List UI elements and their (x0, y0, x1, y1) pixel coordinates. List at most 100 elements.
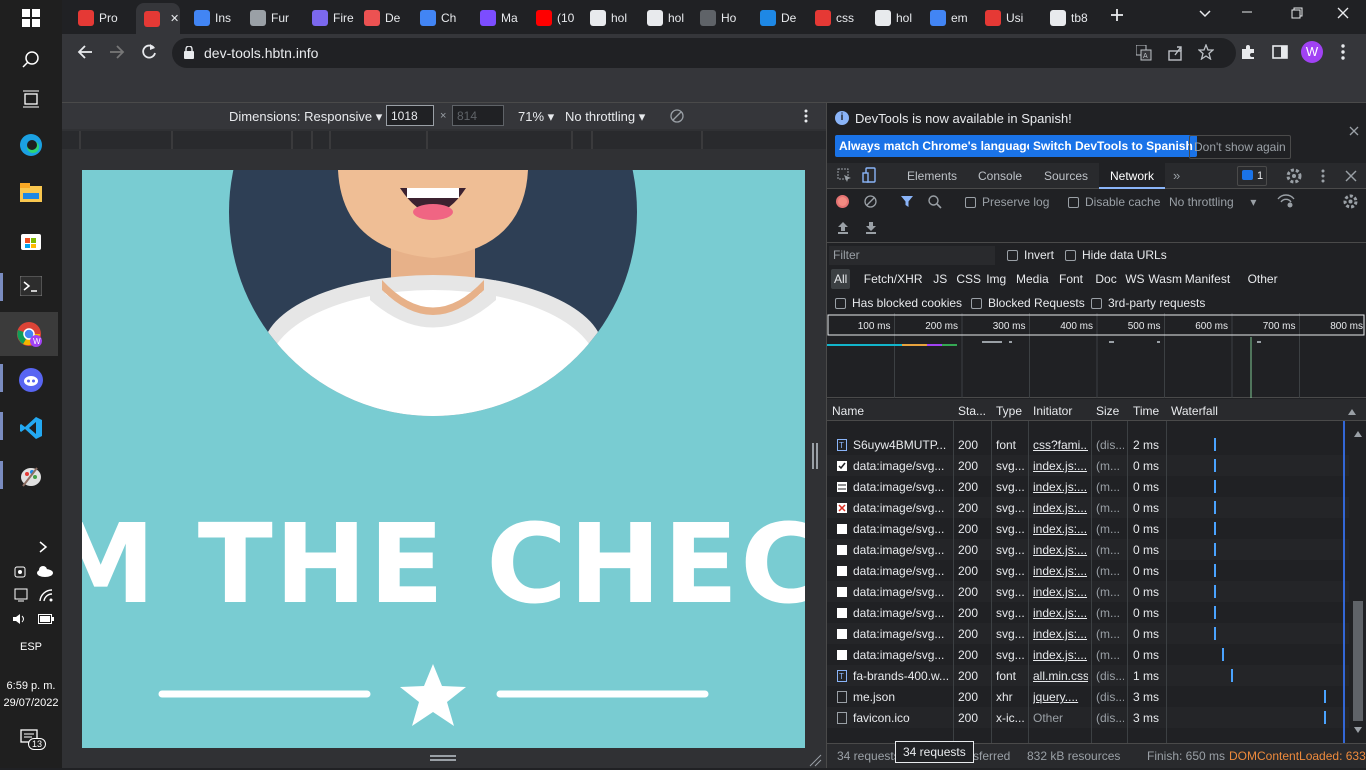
type-filter[interactable]: Doc (1092, 269, 1119, 289)
close-window-button[interactable] (1336, 6, 1352, 22)
type-filter[interactable]: Img (983, 269, 1009, 289)
table-row[interactable]: Tfa-brands-400.w... 200 font all.min.css (di… (827, 665, 1349, 686)
cell-initiator[interactable]: index.js:... (1033, 648, 1088, 662)
filter-input[interactable]: Filter (829, 246, 995, 265)
meet-icon[interactable] (14, 565, 28, 582)
cell-name[interactable]: data:image/svg... (853, 459, 953, 473)
minimize-button[interactable] (1240, 4, 1256, 24)
devtools-menu-icon[interactable] (1321, 169, 1325, 186)
cell-initiator[interactable]: index.js:... (1033, 480, 1088, 494)
request-grid[interactable]: T S6uyw4BMUTP... 200 font css?fami... (dis...… (827, 421, 1349, 743)
cell-name[interactable]: me.json (853, 690, 953, 704)
browser-tab[interactable]: ✕ (136, 3, 180, 34)
onedrive-icon[interactable] (36, 565, 54, 580)
cell-name[interactable]: data:image/svg... (853, 648, 953, 662)
extensions-icon[interactable] (1240, 44, 1256, 63)
grid-scrollbar[interactable] (1349, 421, 1366, 743)
paint-icon[interactable] (13, 458, 49, 494)
cell-initiator[interactable]: index.js:... (1033, 606, 1088, 620)
import-har-icon[interactable] (837, 221, 849, 237)
corner-resize-icon[interactable] (808, 753, 822, 770)
invert-checkbox[interactable]: Invert (1007, 248, 1054, 262)
browser-tab[interactable]: Usi (977, 5, 1029, 31)
issues-badge[interactable]: 1 (1237, 166, 1267, 186)
dimensions-dropdown[interactable]: Dimensions: Responsive ▾ (229, 109, 382, 125)
browser-tab[interactable]: em (922, 5, 974, 31)
type-filter[interactable]: All (831, 269, 851, 289)
cell-name[interactable]: data:image/svg... (853, 522, 953, 536)
discord-icon[interactable] (13, 362, 49, 398)
tab-network[interactable]: Network (1099, 163, 1165, 189)
restore-button[interactable] (1290, 6, 1306, 22)
type-filter[interactable]: Fetch/XHR (861, 269, 926, 289)
browser-tab[interactable]: Fire (304, 5, 356, 31)
terminal-icon[interactable] (13, 268, 49, 304)
chrome-taskbar-icon[interactable]: W (0, 312, 58, 356)
search-network-icon[interactable] (928, 195, 942, 212)
cell-initiator[interactable]: index.js:... (1033, 522, 1088, 536)
language-indicator[interactable]: ESP (0, 641, 62, 653)
table-row[interactable]: data:image/svg... 200 svg... index.js:... (m… (827, 497, 1349, 518)
type-filter[interactable]: Wasm (1145, 269, 1185, 289)
table-row[interactable]: data:image/svg... 200 svg... index.js:... (m… (827, 455, 1349, 476)
type-filter[interactable]: JS (930, 269, 950, 289)
bottom-resize-handle[interactable] (430, 755, 456, 761)
preserve-log-checkbox[interactable]: Preserve log (965, 195, 1049, 209)
tab-elements[interactable]: Elements (907, 169, 957, 183)
blocked-requests-checkbox[interactable]: Blocked Requests (971, 296, 1085, 310)
cell-name[interactable]: favicon.ico (853, 711, 953, 725)
col-waterfall[interactable]: Waterfall (1171, 404, 1218, 418)
settings-gear-icon[interactable] (1286, 168, 1302, 187)
table-row[interactable]: data:image/svg... 200 svg... index.js:... (m… (827, 560, 1349, 581)
network-throttling-dropdown[interactable]: No throttling ▾ (1169, 195, 1256, 209)
browser-tab[interactable]: Pro (70, 5, 122, 31)
clear-icon[interactable] (864, 195, 877, 211)
device-menu-icon[interactable] (804, 109, 808, 126)
volume-icon[interactable] (12, 612, 28, 629)
cell-name[interactable]: data:image/svg... (853, 585, 953, 599)
cell-initiator[interactable]: index.js:... (1033, 564, 1088, 578)
vscode-icon[interactable] (13, 410, 49, 446)
record-button[interactable] (836, 195, 849, 208)
close-devtools-icon[interactable] (1345, 170, 1357, 185)
chrome-menu-icon[interactable] (1340, 43, 1346, 64)
browser-tab[interactable]: hol (582, 5, 634, 31)
cell-name[interactable]: fa-brands-400.w... (853, 669, 953, 683)
table-row[interactable]: T S6uyw4BMUTP... 200 font css?fami... (dis...… (827, 434, 1349, 455)
forward-button[interactable] (108, 43, 126, 64)
network-settings-icon[interactable] (1343, 194, 1358, 212)
notification-icon[interactable]: 13 (20, 728, 47, 755)
cell-name[interactable]: data:image/svg... (853, 564, 953, 578)
table-row[interactable]: me.json 200 xhr jquery.... (dis... 3 ms (827, 686, 1349, 707)
table-row[interactable]: data:image/svg... 200 svg... index.js:... (m… (827, 644, 1349, 665)
task-view-icon[interactable] (13, 81, 49, 117)
cell-initiator[interactable]: index.js:... (1033, 543, 1088, 557)
col-status[interactable]: Sta... (958, 404, 986, 418)
type-filter[interactable]: CSS (953, 269, 984, 289)
hide-data-urls-checkbox[interactable]: Hide data URLs (1065, 248, 1167, 262)
table-row[interactable]: favicon.ico 200 x-ic... Other (dis... 3 ms (827, 707, 1349, 728)
width-input[interactable]: 1018 (386, 105, 434, 126)
cell-name[interactable]: data:image/svg... (853, 543, 953, 557)
col-time[interactable]: Time (1133, 404, 1159, 418)
bookmark-star-icon[interactable] (1197, 43, 1215, 63)
file-explorer-icon[interactable] (13, 175, 49, 211)
cell-name[interactable]: data:image/svg... (853, 480, 953, 494)
rotate-icon[interactable] (670, 109, 684, 126)
store-icon[interactable] (13, 222, 49, 258)
browser-tab[interactable]: Ho (692, 5, 744, 31)
cell-name[interactable]: data:image/svg... (853, 501, 953, 515)
match-language-button[interactable]: Always match Chrome's language (835, 135, 1038, 157)
browser-tab[interactable]: (10 (528, 5, 580, 31)
type-filter[interactable]: Media (1013, 269, 1052, 289)
side-panel-icon[interactable] (1272, 44, 1288, 63)
table-row[interactable]: data:image/svg... 200 svg... index.js:... (m… (827, 602, 1349, 623)
chevron-up-icon[interactable] (38, 540, 48, 557)
filter-funnel-icon[interactable] (900, 195, 914, 211)
height-input[interactable]: 814 (452, 105, 504, 126)
cell-name[interactable]: data:image/svg... (853, 627, 953, 641)
cell-initiator[interactable]: jquery.... (1033, 690, 1088, 704)
browser-tab[interactable]: Ins (186, 5, 238, 31)
browser-tab[interactable]: hol (867, 5, 919, 31)
clock-time[interactable]: 6:59 p. m. (0, 680, 62, 692)
